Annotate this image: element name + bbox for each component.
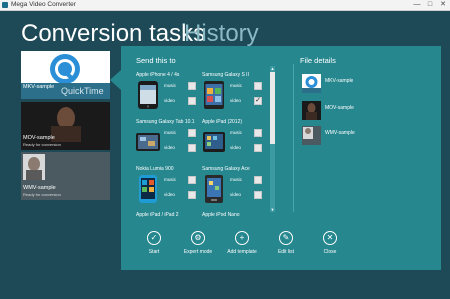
device-apple-ipad-2[interactable]: Apple iPad / iPad 2: [136, 212, 200, 220]
file-detail-wmv[interactable]: WMV-sample: [302, 126, 422, 146]
device-apple-ipod-nano[interactable]: Apple iPod Nano: [202, 212, 266, 220]
option-music-label: music: [164, 130, 176, 135]
device-name: Samsung Galaxy Tab 10.1: [136, 119, 195, 125]
queue-item-mkv[interactable]: QuickTime MKV-sample: [21, 51, 110, 99]
add-template-label: Add template: [227, 249, 257, 255]
queue-item-mov[interactable]: MOV-sample Ready for conversion: [21, 102, 110, 150]
video-checkbox[interactable]: [254, 144, 262, 152]
option-music-label: music: [230, 83, 242, 88]
device-name: Apple iPhone 4 / 4s: [136, 72, 180, 78]
section-divider: [293, 64, 294, 212]
file-detail-mkv[interactable]: MKV-sample: [302, 74, 422, 94]
video-checkbox[interactable]: [188, 144, 196, 152]
queue-item-wmv[interactable]: WMV-sample Ready for conversion: [21, 152, 110, 200]
option-video-label: video: [164, 192, 175, 197]
music-checkbox[interactable]: [188, 82, 196, 90]
iphone-image: [138, 81, 158, 109]
tab-conversion-tasks[interactable]: Conversion tasks: [21, 20, 205, 48]
start-label: Start: [148, 249, 160, 255]
queue-item-name: WMV-sample: [23, 185, 56, 191]
expert-mode-icon: ⚙: [191, 231, 205, 245]
file-details-title: File details: [300, 56, 336, 65]
close-icon: ✕: [323, 231, 337, 245]
mkv-detail-thumbnail: [302, 74, 321, 93]
edit-list-label: Edit list: [277, 249, 295, 255]
scroll-thumb[interactable]: [270, 72, 275, 144]
device-samsung-galaxy-ace[interactable]: Samsung Galaxy Ace music video: [202, 166, 266, 208]
option-music-label: music: [230, 177, 242, 182]
queue-item-name: MKV-sample: [23, 84, 55, 90]
window-title: Mega Video Converter: [11, 1, 76, 8]
option-video-label: video: [164, 98, 175, 103]
edit-list-icon: ✎: [279, 231, 293, 245]
music-checkbox[interactable]: [188, 176, 196, 184]
mov-detail-thumbnail: [302, 101, 321, 120]
quicktime-label: QuickTime: [61, 86, 104, 96]
option-music-label: music: [164, 177, 176, 182]
start-button[interactable]: ✓ Start: [131, 231, 177, 265]
minimize-button[interactable]: —: [411, 1, 423, 9]
maximize-button[interactable]: □: [424, 1, 436, 9]
device-nokia-lumia[interactable]: Nokia Lumia 900 music video: [136, 166, 200, 208]
galaxy-ace-image: [205, 175, 223, 203]
music-checkbox[interactable]: [254, 176, 262, 184]
dialog-pointer: [110, 70, 121, 90]
expert-mode-label: Expert mode: [183, 249, 213, 255]
file-detail-name: WMV-sample: [325, 130, 355, 136]
edit-list-button[interactable]: ✎ Edit list: [263, 231, 309, 265]
option-music-label: music: [230, 130, 242, 135]
scroll-down-icon[interactable]: ▼: [270, 207, 275, 212]
device-name: Apple iPad (2012): [202, 119, 243, 125]
video-checkbox[interactable]: [188, 191, 196, 199]
title-bar: Mega Video Converter — □ ✕: [0, 0, 450, 11]
ipad-image: [203, 132, 225, 152]
device-apple-ipad-2012[interactable]: Apple iPad (2012) music video: [202, 119, 266, 161]
add-template-button[interactable]: + Add template: [219, 231, 265, 265]
galaxy-tab-image: [136, 133, 160, 151]
checkmark-icon: ✓: [147, 231, 161, 245]
option-video-label: video: [230, 192, 241, 197]
option-music-label: music: [164, 83, 176, 88]
device-list-scrollbar[interactable]: ▲ ▼: [270, 66, 275, 212]
send-to-title: Send this to: [136, 56, 176, 65]
wmv-detail-thumbnail: [302, 126, 321, 145]
file-detail-name: MKV-sample: [325, 78, 354, 84]
device-name: Nokia Lumia 900: [136, 166, 174, 172]
lumia-image: [139, 175, 157, 203]
queue-item-status: Ready for conversion: [23, 142, 61, 147]
music-checkbox[interactable]: [188, 129, 196, 137]
device-samsung-galaxy-tab[interactable]: Samsung Galaxy Tab 10.1 music video: [136, 119, 200, 161]
video-checkbox[interactable]: ✓: [254, 97, 262, 105]
window-close-button[interactable]: ✕: [437, 1, 449, 9]
device-name: Apple iPod Nano: [202, 212, 240, 218]
scroll-up-icon[interactable]: ▲: [270, 66, 275, 71]
video-checkbox[interactable]: [254, 191, 262, 199]
music-checkbox[interactable]: [254, 82, 262, 90]
device-name: Apple iPad / iPad 2: [136, 212, 179, 218]
app-icon: [2, 2, 8, 8]
send-dialog: Send this to File details Apple iPhone 4…: [121, 46, 441, 270]
close-button[interactable]: ✕ Close: [307, 231, 353, 265]
option-video-label: video: [230, 145, 241, 150]
option-video-label: video: [164, 145, 175, 150]
queue-item-name: MOV-sample: [23, 135, 55, 141]
quicktime-thumbnail: QuickTime: [21, 51, 110, 99]
device-samsung-galaxy-s2[interactable]: Samsung Galaxy S II music video ✓: [202, 72, 266, 114]
close-label: Close: [323, 249, 337, 255]
queue-item-status: Ready for conversion: [23, 192, 61, 197]
option-video-label: video: [230, 98, 241, 103]
file-detail-mov[interactable]: MOV-sample: [302, 101, 422, 121]
tab-history[interactable]: History: [184, 20, 259, 48]
device-name: Samsung Galaxy S II: [202, 72, 249, 78]
device-apple-iphone[interactable]: Apple iPhone 4 / 4s music video: [136, 72, 200, 114]
device-name: Samsung Galaxy Ace: [202, 166, 250, 172]
music-checkbox[interactable]: [254, 129, 262, 137]
file-detail-name: MOV-sample: [325, 105, 354, 111]
plus-icon: +: [235, 231, 249, 245]
expert-mode-button[interactable]: ⚙ Expert mode: [175, 231, 221, 265]
galaxy-s2-image: [204, 81, 224, 109]
action-bar: ✓ Start ⚙ Expert mode + Add template ✎ E…: [121, 221, 441, 267]
video-checkbox[interactable]: [188, 97, 196, 105]
